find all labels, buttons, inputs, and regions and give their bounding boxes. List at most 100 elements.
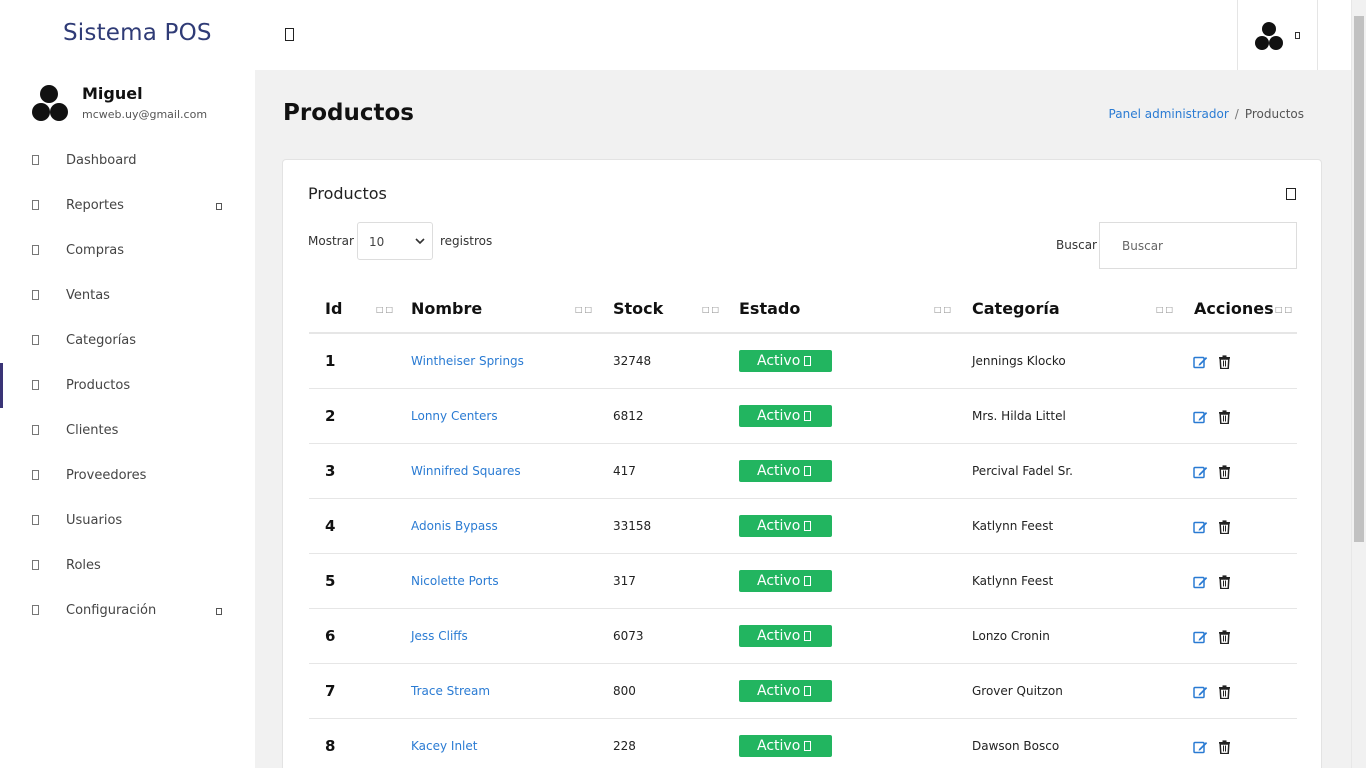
sort-icon[interactable]: □□ <box>1156 305 1175 314</box>
trash-icon[interactable] <box>1218 685 1231 699</box>
sidebar-item-compras[interactable]: Compras <box>0 228 255 273</box>
table-row: 7 Trace Stream 800 Activo Grover Quitzon <box>309 664 1297 719</box>
trash-icon[interactable] <box>1218 465 1231 479</box>
product-status-cell: Activo <box>723 334 956 389</box>
edit-icon[interactable] <box>1193 355 1208 369</box>
sort-icon[interactable]: □□ <box>376 305 395 314</box>
menu-toggle-icon[interactable] <box>285 28 294 41</box>
product-id-cell: 1 <box>309 334 395 389</box>
column-header-label: Acciones <box>1194 299 1274 318</box>
sort-icon[interactable]: □□ <box>702 305 721 314</box>
trash-icon[interactable] <box>1218 630 1231 644</box>
product-stock-cell: 6812 <box>597 389 723 444</box>
product-category: Jennings Klocko <box>972 354 1066 368</box>
status-badge-label: Activo <box>757 628 801 644</box>
product-category-cell: Grover Quitzon <box>956 664 1178 719</box>
status-badge[interactable]: Activo <box>739 515 832 537</box>
sidebar-item-usuarios[interactable]: Usuarios <box>0 498 255 543</box>
sidebar-item-categorias[interactable]: Categorías <box>0 318 255 363</box>
circle-icon <box>32 470 39 480</box>
sidebar-item-label: Proveedores <box>66 468 147 483</box>
table-body: 1 Wintheiser Springs 32748 Activo Jennings K… <box>309 334 1297 768</box>
collapse-card-icon[interactable] <box>1286 188 1296 200</box>
sidebar-item-roles[interactable]: Roles <box>0 543 255 588</box>
sidebar-item-configuracion[interactable]: Configuración <box>0 588 255 633</box>
trash-icon[interactable] <box>1218 520 1231 534</box>
column-header-categoria[interactable]: Categoría □□ <box>956 288 1178 334</box>
sidebar-item-label: Configuración <box>66 603 157 618</box>
product-name-link[interactable]: Nicolette Ports <box>411 574 499 588</box>
trash-icon[interactable] <box>1218 740 1231 754</box>
product-name-link[interactable]: Kacey Inlet <box>411 739 477 753</box>
column-header-nombre[interactable]: Nombre □□ <box>395 288 597 334</box>
sidebar-item-label: Ventas <box>66 288 110 303</box>
sidebar-item-proveedores[interactable]: Proveedores <box>0 453 255 498</box>
trash-icon[interactable] <box>1218 355 1231 369</box>
edit-icon[interactable] <box>1193 410 1208 424</box>
status-badge[interactable]: Activo <box>739 625 832 647</box>
sidebar: Sistema POS Miguel mcweb.uy@gmail.com Da… <box>0 0 255 768</box>
product-name-link[interactable]: Winnifred Squares <box>411 464 521 478</box>
status-badge[interactable]: Activo <box>739 735 832 757</box>
product-name-link[interactable]: Jess Cliffs <box>411 629 468 643</box>
product-name-link-cell: Kacey Inlet <box>395 719 597 768</box>
product-stock-cell: 32748 <box>597 334 723 389</box>
sidebar-item-reportes[interactable]: Reportes <box>0 183 255 228</box>
edit-icon[interactable] <box>1193 630 1208 644</box>
product-id: 4 <box>325 517 336 535</box>
status-badge[interactable]: Activo <box>739 680 832 702</box>
product-name-link[interactable]: Lonny Centers <box>411 409 498 423</box>
product-name-link-cell: Jess Cliffs <box>395 609 597 664</box>
status-badge[interactable]: Activo <box>739 570 832 592</box>
status-badge[interactable]: Activo <box>739 350 832 372</box>
circle-icon <box>32 245 39 255</box>
column-header-estado[interactable]: Estado □□ <box>723 288 956 334</box>
circle-icon <box>32 515 39 525</box>
product-name-link[interactable]: Adonis Bypass <box>411 519 498 533</box>
breadcrumb-home-link[interactable]: Panel administrador <box>1109 107 1229 121</box>
column-header-stock[interactable]: Stock □□ <box>597 288 723 334</box>
product-actions-cell <box>1178 334 1297 389</box>
status-badge[interactable]: Activo <box>739 460 832 482</box>
sidebar-item-productos[interactable]: Productos <box>0 363 255 408</box>
sort-icon[interactable]: □□ <box>575 305 594 314</box>
user-menu-button[interactable] <box>1237 0 1318 70</box>
user-email: mcweb.uy@gmail.com <box>82 108 208 121</box>
topbar <box>255 0 1351 70</box>
brand-logo[interactable]: Sistema POS <box>63 20 212 46</box>
check-icon <box>804 411 812 421</box>
product-category-cell: Katlynn Feest <box>956 554 1178 609</box>
product-name-link[interactable]: Trace Stream <box>411 684 490 698</box>
sort-icon[interactable]: □□ <box>1275 305 1294 314</box>
edit-icon[interactable] <box>1193 740 1208 754</box>
page-scrollbar[interactable] <box>1351 0 1366 768</box>
trash-icon[interactable] <box>1218 575 1231 589</box>
sidebar-item-ventas[interactable]: Ventas <box>0 273 255 318</box>
search-input[interactable] <box>1099 222 1297 269</box>
sort-icon[interactable]: □□ <box>934 305 953 314</box>
trash-icon[interactable] <box>1218 410 1231 424</box>
column-header-id[interactable]: Id □□ <box>309 288 395 334</box>
product-id-cell: 7 <box>309 664 395 719</box>
circle-icon <box>32 290 39 300</box>
sidebar-item-dashboard[interactable]: Dashboard <box>0 138 255 183</box>
product-name-link[interactable]: Wintheiser Springs <box>411 354 524 368</box>
product-actions-cell <box>1178 389 1297 444</box>
product-stock: 228 <box>613 739 636 753</box>
product-stock-cell: 417 <box>597 444 723 499</box>
product-id-cell: 2 <box>309 389 395 444</box>
edit-icon[interactable] <box>1193 520 1208 534</box>
status-badge[interactable]: Activo <box>739 405 832 427</box>
edit-icon[interactable] <box>1193 685 1208 699</box>
product-category-cell: Katlynn Feest <box>956 499 1178 554</box>
edit-icon[interactable] <box>1193 575 1208 589</box>
scrollbar-thumb[interactable] <box>1354 16 1364 542</box>
page-size-select[interactable]: 10 <box>357 222 433 260</box>
column-header-acciones[interactable]: Acciones □□ <box>1178 288 1297 334</box>
product-actions-cell <box>1178 444 1297 499</box>
edit-icon[interactable] <box>1193 465 1208 479</box>
product-id: 5 <box>325 572 336 590</box>
sidebar-item-clientes[interactable]: Clientes <box>0 408 255 453</box>
chevron-left-icon <box>216 203 222 210</box>
circle-icon <box>32 155 39 165</box>
